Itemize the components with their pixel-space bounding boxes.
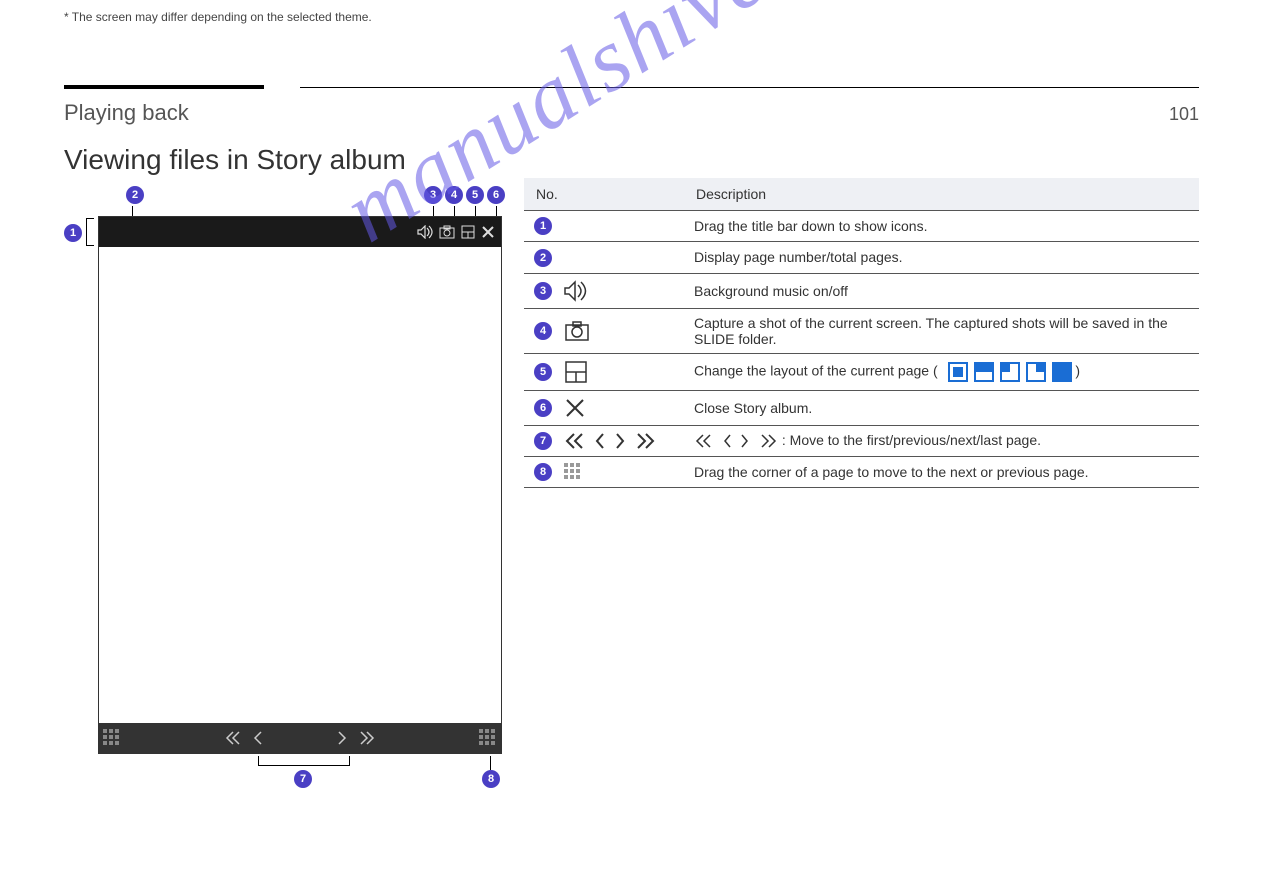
grid-icon xyxy=(564,463,582,481)
row-num: 7 xyxy=(534,432,552,450)
device-bottom-bar xyxy=(99,723,501,753)
callout-5: 5 xyxy=(466,186,484,204)
close-icon xyxy=(481,225,495,239)
row-desc: Close Story album. xyxy=(684,390,1199,425)
row-num: 6 xyxy=(534,399,552,417)
footnote: * The screen may differ depending on the… xyxy=(64,10,372,24)
next-icon xyxy=(337,731,347,745)
layout-options xyxy=(948,362,1072,382)
callout-8: 8 xyxy=(482,770,500,788)
callout-2: 2 xyxy=(126,186,144,204)
row-num: 2 xyxy=(534,249,552,267)
row-desc: : Move to the first/previous/next/last p… xyxy=(684,425,1199,456)
row-desc: Background music on/off xyxy=(684,273,1199,308)
camera-icon xyxy=(439,225,455,239)
row-num: 5 xyxy=(534,363,552,381)
last-icon xyxy=(359,731,375,745)
legend-table: No. Description 1 Drag the title bar dow… xyxy=(524,178,1199,488)
row-desc: Drag the corner of a page to move to the… xyxy=(684,456,1199,487)
page-number: 101 xyxy=(1169,104,1199,125)
callout-7: 7 xyxy=(294,770,312,788)
prev-icon xyxy=(253,731,263,745)
nav-icons-inline xyxy=(694,433,778,449)
device-toolbar xyxy=(99,217,501,247)
speaker-icon xyxy=(417,225,433,239)
callout-6: 6 xyxy=(487,186,505,204)
row-desc: Drag the title bar down to show icons. xyxy=(684,211,1199,242)
row-desc: Capture a shot of the current screen. Th… xyxy=(684,308,1199,353)
row-num: 8 xyxy=(534,463,552,481)
page-subtitle: Viewing files in Story album xyxy=(64,144,406,176)
grid-icon-left xyxy=(103,729,121,747)
nav-icons xyxy=(564,432,656,450)
callout-4: 4 xyxy=(445,186,463,204)
device-illustration: 1 2 3 4 5 6 xyxy=(64,178,494,754)
layout-icon xyxy=(564,360,588,384)
col-header-no: No. xyxy=(524,178,684,211)
section-title: Playing back xyxy=(64,100,189,126)
row-desc: Change the layout of the current page ( … xyxy=(684,353,1199,390)
camera-icon xyxy=(564,320,590,342)
grid-icon-right xyxy=(479,729,497,747)
nav-controls xyxy=(225,731,375,745)
row-desc: Display page number/total pages. xyxy=(684,242,1199,273)
callout-1: 1 xyxy=(64,224,82,242)
callout-3: 3 xyxy=(424,186,442,204)
row-num: 3 xyxy=(534,282,552,300)
close-icon xyxy=(564,397,586,419)
layout-icon xyxy=(461,225,475,239)
speaker-icon xyxy=(564,280,590,302)
row-num: 4 xyxy=(534,322,552,340)
col-header-desc: Description xyxy=(684,178,1199,211)
first-icon xyxy=(225,731,241,745)
row-num: 1 xyxy=(534,217,552,235)
